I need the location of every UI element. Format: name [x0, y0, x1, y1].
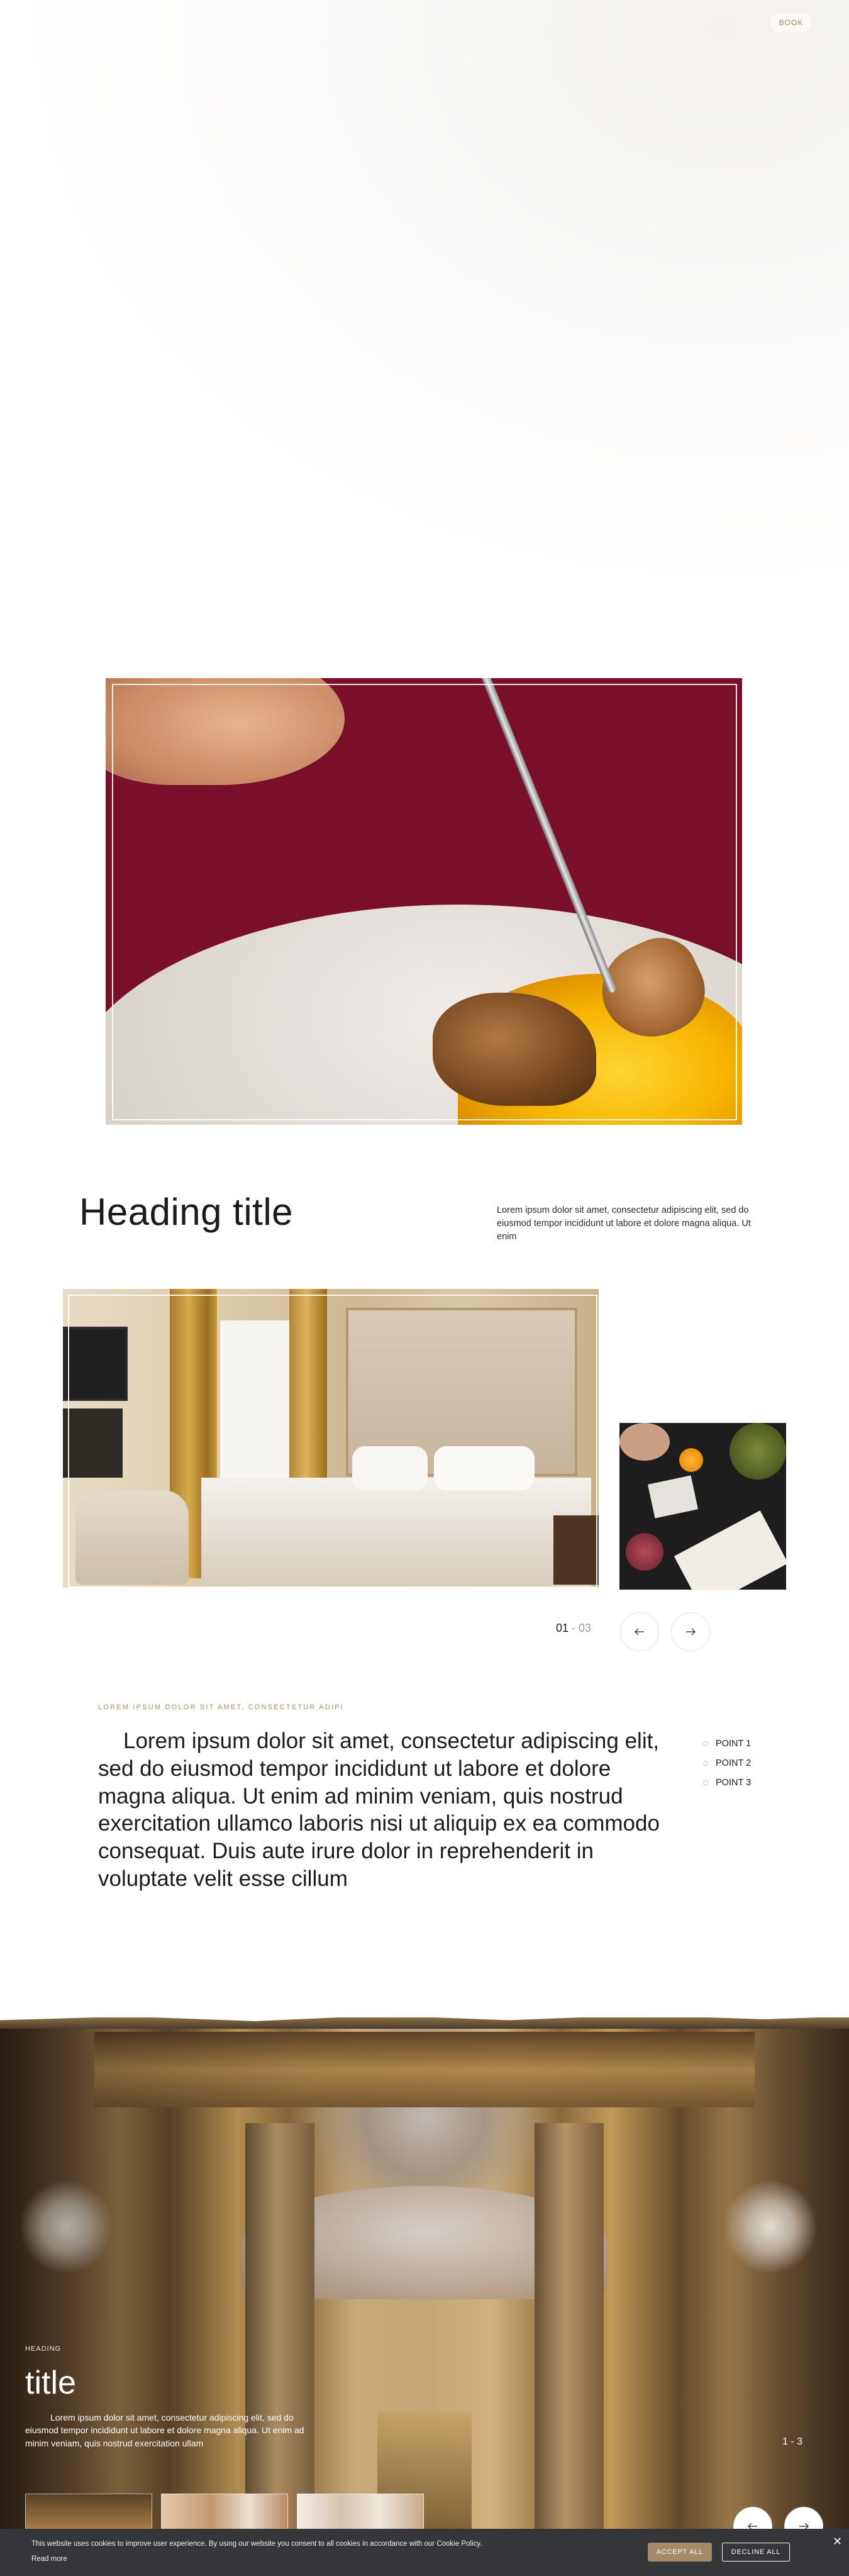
food-image — [106, 678, 742, 1125]
dining-table-image — [619, 1423, 786, 1590]
image-overlay — [0, 2022, 849, 2538]
point-item: POINT 1 — [703, 1734, 751, 1753]
plant-shape — [730, 1423, 786, 1480]
heading-description: Lorem ipsum dolor sit amet, consectetur … — [497, 1205, 751, 1242]
circle-bullet-icon — [703, 1760, 708, 1766]
palace-slider — [0, 2010, 849, 2576]
slider-heading: HEADING — [25, 2345, 62, 2353]
hand-shape — [106, 678, 345, 785]
armchair-shape — [75, 1490, 189, 1585]
pillow-shape — [434, 1446, 535, 1490]
bed-shape — [201, 1478, 591, 1588]
point-item: POINT 2 — [703, 1753, 751, 1773]
close-icon[interactable]: ✕ — [833, 2535, 842, 2548]
palace-hall-image — [0, 2022, 849, 2538]
slider-description: Lorem ipsum dolor sit amet, consectetur … — [25, 2412, 304, 2448]
nightstand-shape — [553, 1515, 599, 1585]
slider-counter: 1 - 3 — [782, 2436, 803, 2447]
book-button[interactable]: BOOK — [770, 13, 812, 33]
pillow-shape — [352, 1446, 428, 1490]
plate-shape — [626, 1533, 663, 1571]
gallery-current: 01 — [556, 1622, 569, 1634]
decline-all-button[interactable]: DECLINE ALL — [722, 2543, 790, 2562]
arrow-right-icon — [686, 1628, 696, 1636]
cookie-message: This website uses cookies to improve use… — [31, 2540, 482, 2548]
gallery-counter: 01 - 03 — [556, 1622, 591, 1635]
point-item: POINT 3 — [703, 1773, 751, 1792]
hand-shape — [619, 1423, 670, 1461]
gallery-total: 03 — [579, 1622, 592, 1634]
drink-shape — [679, 1448, 703, 1472]
point-label: POINT 1 — [716, 1738, 752, 1749]
arrow-left-icon — [635, 1628, 644, 1636]
hero-background: BOOK — [0, 0, 849, 604]
point-label: POINT 2 — [716, 1758, 752, 1768]
torn-edge-divider — [0, 2015, 849, 2029]
menu-card-shape — [674, 1510, 786, 1590]
page-heading: Heading title — [79, 1191, 294, 1233]
gallery-prev-button[interactable] — [620, 1612, 659, 1651]
menu-card-shape — [648, 1475, 698, 1519]
lead-paragraph: Lorem ipsum dolor sit amet, consectetur … — [98, 1729, 660, 1891]
accept-all-button[interactable]: ACCEPT ALL — [648, 2543, 712, 2562]
points-list: POINT 1 POINT 2 POINT 3 — [703, 1734, 751, 1792]
bedroom-image — [63, 1289, 599, 1588]
gallery-next-button[interactable] — [671, 1612, 710, 1651]
gallery-separator: - — [569, 1622, 579, 1634]
section-eyebrow: LOREM IPSUM DOLOR SIT AMET, CONSECTETUR … — [98, 1703, 344, 1711]
circle-bullet-icon — [703, 1780, 708, 1785]
circle-bullet-icon — [703, 1741, 708, 1746]
wall-frame-shape — [63, 1327, 128, 1401]
slider-title: title — [25, 2365, 76, 2401]
cookie-read-more-link[interactable]: Read more — [31, 2555, 67, 2563]
cookie-banner: This website uses cookies to improve use… — [0, 2529, 849, 2576]
point-label: POINT 3 — [716, 1777, 752, 1788]
wall-frame-shape — [63, 1408, 123, 1478]
